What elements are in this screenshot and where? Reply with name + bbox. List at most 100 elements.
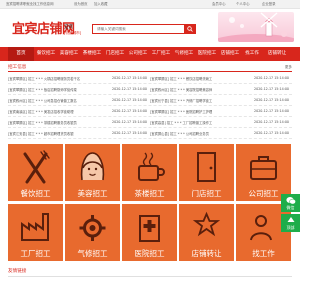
nav-item-factory[interactable]: 工厂招工 xyxy=(150,47,172,61)
job-date: 2020-12-17 15:14:00 xyxy=(254,109,290,113)
friend-links-divider xyxy=(8,276,292,277)
city-switch-link[interactable]: [切换城市] xyxy=(64,31,81,36)
job-title[interactable]: [宜宾翠屏区] 招工 * * * 医院招聘护工护理 xyxy=(150,109,228,114)
section-title-jobs: 招工信息 xyxy=(8,65,27,70)
search-input[interactable] xyxy=(97,25,185,33)
job-date: 2020-12-17 15:14:00 xyxy=(254,131,290,135)
nav-item-find-job[interactable]: 找工作 xyxy=(242,47,262,61)
job-title[interactable]: [宜宾长宁县] 招工 * * * 汽修厂招聘学徒工 xyxy=(150,98,228,103)
job-title[interactable]: [宜宾屏山县] 招工 * * * 公司招聘业务员 xyxy=(150,131,228,136)
tile-label: 美容招工 xyxy=(77,189,108,198)
search-button[interactable] xyxy=(184,24,196,34)
nav-item-home[interactable]: 首页 xyxy=(8,47,34,61)
section-divider xyxy=(8,71,292,72)
job-row[interactable]: [宜宾南溪区] 招工 * * * 美发店招收学徒助理 2020-12-17 15… xyxy=(8,106,292,117)
top-bar: 宜宾招聘求职就业找工作信息网 设为首页 加入收藏 会员中心 个人中心 企业登录 xyxy=(0,0,300,9)
tile-shop-transfer[interactable]: 店铺转让 xyxy=(179,204,234,261)
tile-teahouse[interactable]: 茶楼招工 xyxy=(122,144,177,201)
header-banner xyxy=(218,12,294,42)
gear-icon xyxy=(79,215,106,241)
company-login-link[interactable]: 企业登录 xyxy=(262,0,276,9)
job-title[interactable]: [宜宾叙州区] 招工 * * * 美容院招聘美容师 xyxy=(150,87,228,92)
job-date: 2020-12-17 15:14:00 xyxy=(254,98,290,102)
job-title[interactable]: [宜宾高县] 招工 * * * 工厂招聘普工操作工 xyxy=(150,120,228,125)
shop-door-icon xyxy=(197,152,216,182)
tile-label: 店铺转让 xyxy=(191,249,222,258)
nav-item-hospital[interactable]: 医院招工 xyxy=(196,47,218,61)
person-search-icon xyxy=(250,215,272,241)
wechat-label: 微信 xyxy=(286,205,295,210)
job-title[interactable]: [宜宾叙州区] 招工 * * * 公司急招仓管普工数名 xyxy=(8,98,86,103)
fork-knife-icon xyxy=(23,150,50,184)
search-box xyxy=(92,24,196,34)
personal-center-link[interactable]: 个人中心 xyxy=(236,0,250,9)
windmill-scene-icon xyxy=(218,12,294,42)
current-city: 宜宾 xyxy=(64,25,73,30)
nav-item-store[interactable]: 门店招工 xyxy=(104,47,126,61)
job-row[interactable]: [宜宾翠屏区] 招工 * * * 饭店招聘厨师学徒传菜 2020-12-17 1… xyxy=(8,84,292,95)
tile-hospital[interactable]: 医院招工 xyxy=(122,204,177,261)
tile-label: 气修招工 xyxy=(77,249,108,258)
nav-item-catering[interactable]: 餐饮招工 xyxy=(35,47,57,61)
tile-label: 找工作 xyxy=(252,249,275,258)
factory-icon xyxy=(21,213,49,241)
tile-store[interactable]: 门店招工 xyxy=(179,144,234,201)
job-date: 2020-12-17 15:14:00 xyxy=(254,120,290,124)
category-grid: 餐饮招工 美容招工 茶楼招工 门店招工 公司招工 工厂招工 气修招工 医院招工 … xyxy=(8,144,292,262)
wechat-icon xyxy=(285,197,296,205)
tile-company[interactable]: 公司招工 xyxy=(236,144,291,201)
search-icon xyxy=(187,26,193,32)
tile-label: 茶楼招工 xyxy=(134,189,165,198)
job-date: 2020-12-17 15:14:00 xyxy=(254,76,290,80)
job-date: 2020-12-17 15:14:00 xyxy=(112,109,148,113)
nav-item-shop[interactable]: 店铺招工 xyxy=(219,47,241,61)
woman-face-icon xyxy=(80,152,105,181)
more-link[interactable]: 更多 xyxy=(285,65,292,70)
job-date: 2020-12-17 15:14:00 xyxy=(112,87,148,91)
briefcase-icon xyxy=(250,156,277,180)
job-title[interactable]: [宜宾翠屏区] 招工 * * * 餐饮店招聘洗碗工 xyxy=(150,76,228,81)
header: 宜宾店铺网 宜宾 [切换城市] xyxy=(0,9,300,45)
arrow-up-icon xyxy=(287,217,294,222)
job-title[interactable]: [宜宾翠屏区] 招工 * * * 火锅店招聘服务员若干名 xyxy=(8,76,86,81)
back-to-top-button[interactable]: 顶部 xyxy=(281,214,300,232)
tile-label: 餐饮招工 xyxy=(20,189,51,198)
nav-item-auto-repair[interactable]: 气修招工 xyxy=(173,47,195,61)
job-title[interactable]: [宜宾江安县] 招工 * * * 超市招聘理货员收银 xyxy=(8,131,86,136)
shop-transfer-icon xyxy=(192,211,221,237)
add-favorite-link[interactable]: 加入收藏 xyxy=(94,0,108,9)
main-nav: 首页 餐饮招工 美容招工 茶楼招工 门店招工 公司招工 工厂招工 气修招工 医院… xyxy=(0,47,300,61)
job-date: 2020-12-17 15:14:00 xyxy=(112,131,148,135)
job-title[interactable]: [宜宾翠屏区] 招工 * * * 茶楼招聘服务员收银员 xyxy=(8,120,86,125)
job-row[interactable]: [宜宾江安县] 招工 * * * 超市招聘理货员收银 2020-12-17 15… xyxy=(8,128,292,139)
member-center-link[interactable]: 会员中心 xyxy=(212,0,226,9)
back-to-top-label: 顶部 xyxy=(286,225,295,230)
friend-links-title: 友情链接 xyxy=(8,269,27,274)
job-row[interactable]: [宜宾叙州区] 招工 * * * 公司急招仓管普工数名 2020-12-17 1… xyxy=(8,95,292,106)
nav-item-shop-transfer[interactable]: 店铺转让 xyxy=(263,47,291,61)
job-row[interactable]: [宜宾翠屏区] 招工 * * * 茶楼招聘服务员收银员 2020-12-17 1… xyxy=(8,117,292,128)
tile-factory[interactable]: 工厂招工 xyxy=(8,204,63,261)
nav-item-beauty[interactable]: 美容招工 xyxy=(58,47,80,61)
hospital-icon xyxy=(139,215,160,242)
job-date: 2020-12-17 15:14:00 xyxy=(112,76,148,80)
set-homepage-link[interactable]: 设为首页 xyxy=(74,0,88,9)
job-title[interactable]: [宜宾翠屏区] 招工 * * * 饭店招聘厨师学徒传菜 xyxy=(8,87,86,92)
job-title[interactable]: [宜宾南溪区] 招工 * * * 美发店招收学徒助理 xyxy=(8,109,86,114)
tile-label: 门店招工 xyxy=(191,189,222,198)
wechat-float-button[interactable]: 微信 xyxy=(281,194,300,212)
nav-item-company[interactable]: 公司招工 xyxy=(127,47,149,61)
job-date: 2020-12-17 15:14:00 xyxy=(112,98,148,102)
tile-label: 工厂招工 xyxy=(20,249,51,258)
tile-catering[interactable]: 餐饮招工 xyxy=(8,144,63,201)
tile-find-job[interactable]: 找工作 xyxy=(236,204,291,261)
nav-item-teahouse[interactable]: 茶楼招工 xyxy=(81,47,103,61)
tile-auto-repair[interactable]: 气修招工 xyxy=(65,204,120,261)
site-slogan: 宜宾招聘求职就业找工作信息网 xyxy=(6,2,54,6)
job-date: 2020-12-17 15:14:00 xyxy=(254,87,290,91)
job-row[interactable]: [宜宾翠屏区] 招工 * * * 火锅店招聘服务员若干名 2020-12-17 … xyxy=(8,73,292,84)
tile-beauty[interactable]: 美容招工 xyxy=(65,144,120,201)
tea-cup-icon xyxy=(138,152,165,181)
job-date: 2020-12-17 15:14:00 xyxy=(112,120,148,124)
tile-label: 医院招工 xyxy=(134,249,165,258)
